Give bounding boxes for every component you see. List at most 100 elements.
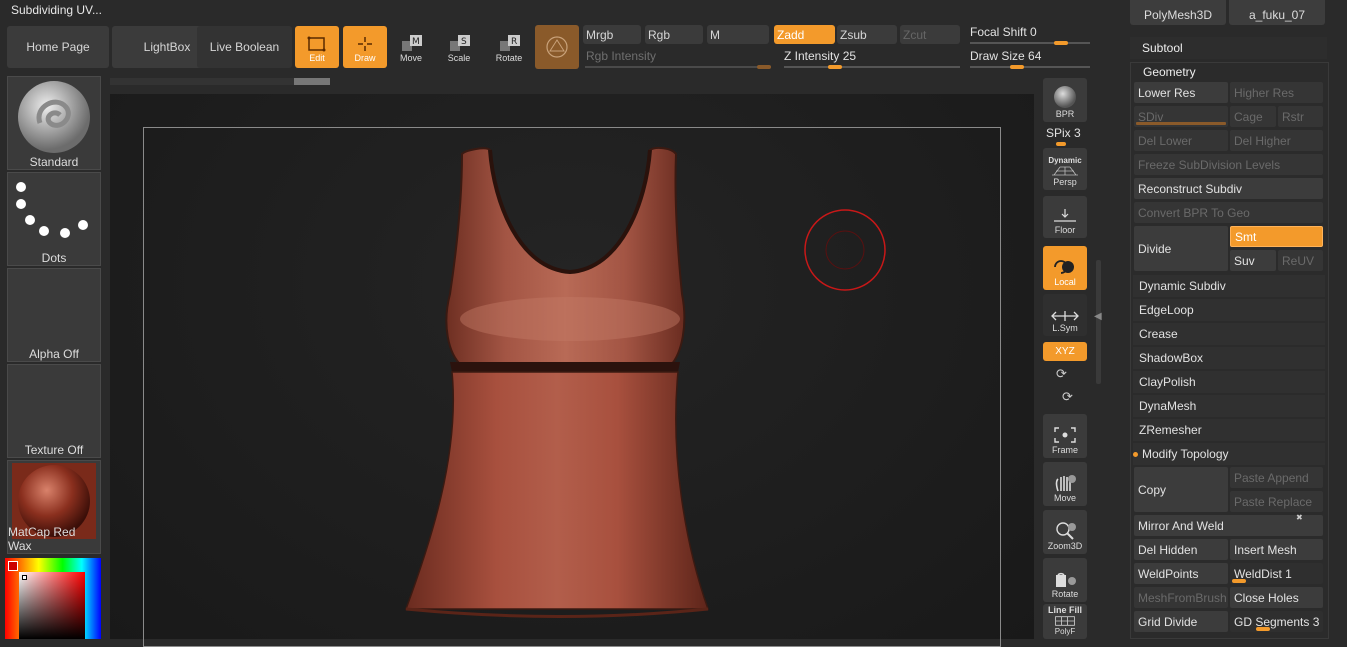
move-view-button[interactable]: Move	[1043, 462, 1087, 506]
reconstruct-subdiv-button[interactable]: Reconstruct Subdiv	[1134, 178, 1323, 199]
color-picker-cursor	[22, 575, 27, 580]
rotate-z-icon[interactable]: ⟳	[1062, 389, 1073, 405]
document-canvas[interactable]	[110, 94, 1034, 647]
color-picker-gradient[interactable]	[19, 572, 85, 639]
texture-selector[interactable]: Texture Off	[7, 364, 101, 458]
rotate-view-button[interactable]: Rotate	[1043, 558, 1087, 602]
focal-shift-slider[interactable]	[970, 42, 1090, 44]
dynamic-subdiv-section[interactable]: Dynamic Subdiv	[1133, 275, 1325, 297]
zcut-button[interactable]: Zcut	[900, 25, 960, 44]
dynamesh-section[interactable]: DynaMesh	[1133, 395, 1325, 417]
rgb-intensity-slider[interactable]	[585, 66, 771, 68]
floor-icon	[1054, 209, 1076, 222]
claypolish-section[interactable]: ClayPolish	[1133, 371, 1325, 393]
frame-button[interactable]: Frame	[1043, 414, 1087, 458]
zsub-button[interactable]: Zsub	[837, 25, 897, 44]
lower-res-label: Lower Res	[1138, 85, 1196, 100]
convert-bpr-button[interactable]: Convert BPR To Geo	[1134, 202, 1323, 223]
scale-button[interactable]: S Scale	[440, 26, 478, 68]
del-higher-button[interactable]: Del Higher	[1230, 130, 1323, 151]
subtool-header[interactable]: Subtool	[1130, 37, 1327, 59]
welddist-knob[interactable]	[1232, 579, 1246, 583]
bpr-button[interactable]: BPR	[1043, 78, 1087, 122]
subtool-thumb-fuku[interactable]: a_fuku_07	[1229, 0, 1325, 25]
close-holes-button[interactable]: Close Holes	[1230, 587, 1323, 608]
geometry-label: Geometry	[1143, 65, 1196, 79]
brush-selector[interactable]: Standard	[7, 76, 101, 170]
modify-topology-section[interactable]: Modify Topology	[1133, 443, 1325, 465]
divide-label: Divide	[1138, 241, 1172, 256]
material-swatch-button[interactable]	[535, 25, 579, 69]
grid-divide-button[interactable]: Grid Divide	[1134, 611, 1228, 632]
rgb-intensity-knob[interactable]	[757, 65, 771, 69]
meshfrombrush-button[interactable]: MeshFromBrush	[1134, 587, 1228, 608]
draw-button[interactable]: Draw	[343, 26, 387, 68]
zadd-button[interactable]: Zadd	[774, 25, 835, 44]
home-page-button[interactable]: Home Page	[7, 26, 109, 68]
color-picker[interactable]	[5, 558, 101, 639]
lower-res-button[interactable]: Lower Res	[1134, 82, 1228, 103]
rotate-button[interactable]: R Rotate	[490, 26, 528, 68]
axis-x-icon[interactable]: ✖	[1296, 513, 1303, 522]
alpha-selector[interactable]: Alpha Off	[7, 268, 101, 362]
shadowbox-section[interactable]: ShadowBox	[1133, 347, 1325, 369]
stroke-selector[interactable]: Dots	[7, 172, 101, 266]
rotate-icon: R	[500, 35, 520, 51]
rstr-button[interactable]: Rstr	[1278, 106, 1323, 127]
insert-mesh-label: Insert Mesh	[1234, 542, 1297, 557]
rotate-y-icon[interactable]: ⟳	[1056, 366, 1067, 382]
garment-mesh[interactable]	[110, 94, 1034, 639]
dots-stroke-icon	[16, 182, 88, 238]
reuv-toggle[interactable]: ReUV	[1278, 250, 1323, 271]
del-lower-button[interactable]: Del Lower	[1134, 130, 1228, 151]
higher-res-button[interactable]: Higher Res	[1230, 82, 1323, 103]
m-button[interactable]: M	[707, 25, 769, 44]
spix-knob[interactable]	[1056, 142, 1066, 146]
xyz-button[interactable]: XYZ	[1043, 342, 1087, 361]
draw-size-knob[interactable]	[1010, 65, 1024, 69]
rgb-intensity-label: Rgb Intensity	[586, 49, 657, 63]
persp-button[interactable]: Dynamic Persp	[1043, 148, 1087, 190]
edit-button[interactable]: Edit	[295, 26, 339, 68]
draw-size-slider[interactable]	[970, 66, 1090, 68]
paste-replace-button[interactable]: Paste Replace	[1230, 491, 1323, 512]
smt-toggle[interactable]: Smt	[1230, 226, 1323, 247]
linefill-button[interactable]: Line Fill PolyF	[1043, 604, 1087, 639]
move-button[interactable]: M Move	[392, 26, 430, 68]
mirror-weld-button[interactable]: Mirror And Weld	[1134, 515, 1323, 536]
zoom3d-button[interactable]: Zoom3D	[1043, 510, 1087, 554]
crease-section[interactable]: Crease	[1133, 323, 1325, 345]
paste-append-button[interactable]: Paste Append	[1230, 467, 1323, 488]
divide-button[interactable]: Divide	[1134, 226, 1228, 271]
weldpoints-button[interactable]: WeldPoints	[1134, 563, 1228, 584]
mrgb-button[interactable]: Mrgb	[583, 25, 641, 44]
shelf-scrollbar[interactable]	[1096, 260, 1101, 384]
lsym-button[interactable]: L.Sym	[1043, 294, 1087, 336]
edgeloop-section[interactable]: EdgeLoop	[1133, 299, 1325, 321]
live-boolean-button[interactable]: Live Boolean	[197, 26, 292, 68]
floor-button[interactable]: Floor	[1043, 196, 1087, 238]
collapse-arrow-icon[interactable]: ◀	[1094, 311, 1102, 322]
rgb-button[interactable]: Rgb	[645, 25, 703, 44]
smt-label: Smt	[1235, 229, 1257, 244]
z-intensity-slider[interactable]	[784, 66, 960, 68]
gd-segments-knob[interactable]	[1256, 627, 1270, 631]
color-picker-swatch[interactable]	[8, 561, 18, 571]
gd-segments-slider[interactable]: GD Segments 3	[1230, 611, 1323, 632]
focal-shift-knob[interactable]	[1054, 41, 1068, 45]
local-button[interactable]: Local	[1043, 246, 1087, 290]
spix-control[interactable]: SPix 3	[1046, 126, 1081, 140]
cage-button[interactable]: Cage	[1230, 106, 1276, 127]
insert-mesh-button[interactable]: Insert Mesh	[1230, 539, 1323, 560]
del-hidden-button[interactable]: Del Hidden	[1134, 539, 1228, 560]
freeze-subdiv-button[interactable]: Freeze SubDivision Levels	[1134, 154, 1323, 175]
copy-button[interactable]: Copy	[1134, 467, 1228, 512]
geometry-header[interactable]: Geometry	[1133, 62, 1326, 82]
z-intensity-knob[interactable]	[828, 65, 842, 69]
zremesher-section[interactable]: ZRemesher	[1133, 419, 1325, 441]
reuv-label: ReUV	[1282, 253, 1315, 268]
subtool-thumb-polymesh[interactable]: PolyMesh3D	[1130, 0, 1226, 25]
suv-toggle[interactable]: Suv	[1230, 250, 1276, 271]
canvas-scroll-indicator[interactable]	[294, 78, 330, 85]
material-selector[interactable]: MatCap Red Wax	[7, 460, 101, 554]
